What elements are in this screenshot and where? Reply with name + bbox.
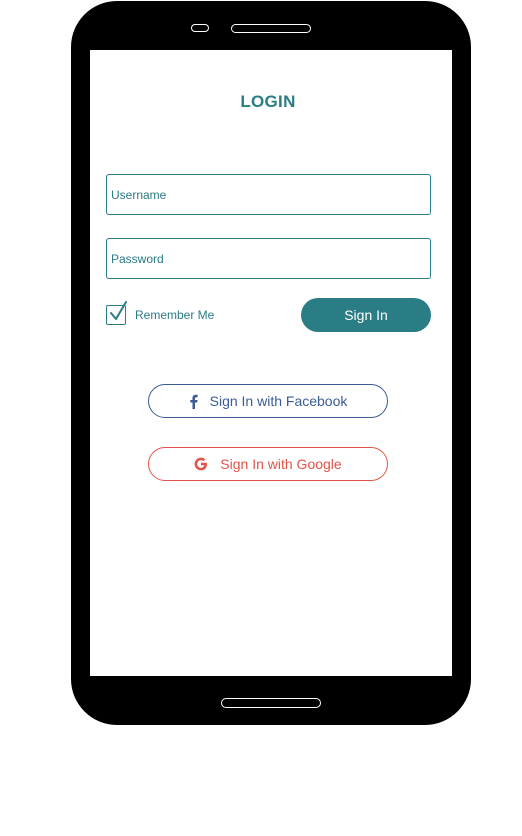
phone-frame: LOGIN Remember Me Sign In Sign In with F… <box>71 1 471 725</box>
page-title: LOGIN <box>240 92 296 111</box>
username-field[interactable] <box>106 174 431 215</box>
google-sign-in-label: Sign In with Google <box>220 456 342 472</box>
password-input[interactable] <box>107 239 430 278</box>
password-field[interactable] <box>106 238 431 279</box>
checkmark-icon <box>110 301 127 320</box>
google-sign-in-button[interactable]: Sign In with Google <box>148 447 388 481</box>
google-icon <box>194 457 208 471</box>
username-input[interactable] <box>107 175 430 214</box>
facebook-icon <box>189 394 198 409</box>
facebook-sign-in-label: Sign In with Facebook <box>209 393 348 409</box>
front-camera <box>191 24 209 32</box>
sign-in-button[interactable]: Sign In <box>301 298 431 332</box>
home-button[interactable] <box>221 698 321 708</box>
remember-me-checkbox[interactable] <box>106 301 127 325</box>
phone-screen: LOGIN Remember Me Sign In Sign In with F… <box>90 50 452 676</box>
remember-me-label: Remember Me <box>135 308 215 322</box>
facebook-sign-in-button[interactable]: Sign In with Facebook <box>148 384 388 418</box>
remember-me[interactable]: Remember Me <box>106 301 215 327</box>
earpiece-speaker <box>231 24 311 33</box>
